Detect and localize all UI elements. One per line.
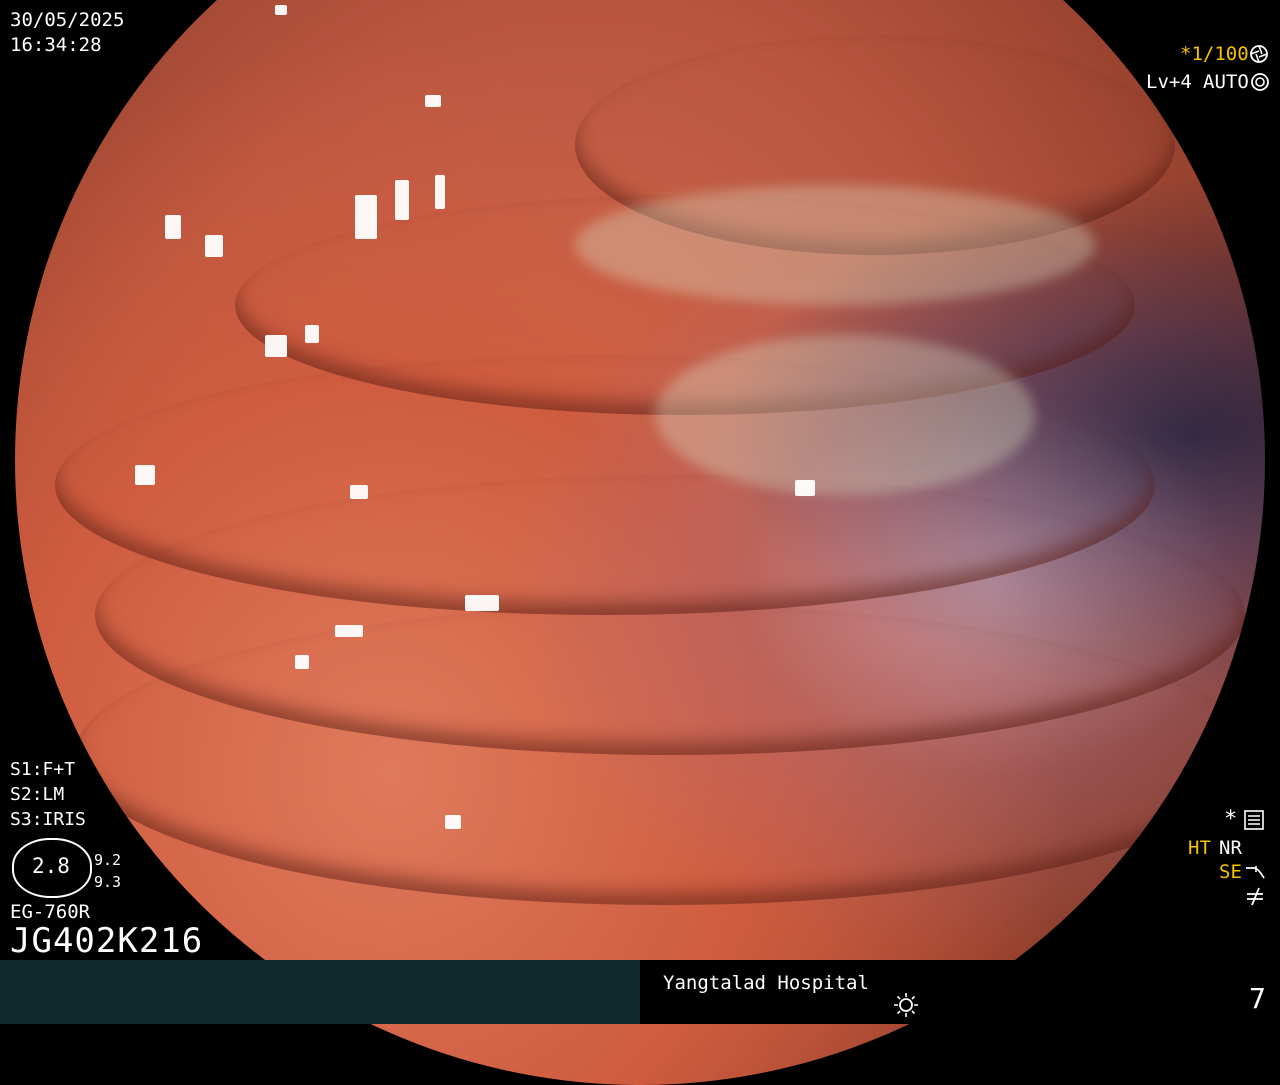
shutter-speed: *1/100 bbox=[1180, 43, 1249, 65]
light-reflection bbox=[425, 95, 441, 107]
aperture-icon bbox=[1249, 44, 1269, 64]
sun-icon bbox=[892, 991, 920, 1019]
light-reflection bbox=[465, 595, 499, 611]
hospital-name: Yangtalad Hospital bbox=[663, 972, 869, 994]
scope-serial: JG402K216 bbox=[10, 921, 204, 961]
switch-s2: S2:LM bbox=[10, 784, 65, 805]
date-display: 30/05/2025 bbox=[10, 9, 125, 31]
switch-s1: S1:F+T bbox=[10, 759, 76, 780]
mucosal-fold bbox=[75, 605, 1255, 905]
light-reflection bbox=[265, 335, 287, 357]
ht-flag: HT bbox=[1188, 837, 1211, 859]
switch-value: IRIS bbox=[42, 809, 86, 830]
switch-value: F+T bbox=[42, 759, 76, 780]
light-reflection bbox=[445, 815, 461, 829]
light-reflection bbox=[165, 215, 181, 239]
gauge-top-value: 9.2 bbox=[94, 851, 122, 869]
footer-left-panel bbox=[0, 960, 640, 1024]
light-reflection bbox=[795, 480, 815, 496]
mucus-coating bbox=[655, 335, 1035, 495]
time-display: 16:34:28 bbox=[10, 34, 102, 56]
image-number: 7 bbox=[1249, 982, 1266, 1015]
light-reflection bbox=[275, 5, 287, 15]
light-reflection bbox=[355, 195, 377, 239]
light-reflection bbox=[350, 485, 368, 499]
light-reflection bbox=[135, 465, 155, 485]
curve-icon bbox=[1244, 862, 1266, 882]
light-reflection bbox=[205, 235, 223, 257]
gauge-value: 2.8 bbox=[32, 854, 70, 878]
switch-key: S2 bbox=[10, 784, 32, 805]
light-reflection bbox=[335, 625, 363, 637]
iris-icon bbox=[1250, 72, 1270, 92]
light-reflection bbox=[295, 655, 309, 669]
mucus-coating bbox=[575, 185, 1095, 305]
brightness-level: Lv+4 bbox=[1146, 71, 1192, 93]
switch-key: S1 bbox=[10, 759, 32, 780]
switch-key: S3 bbox=[10, 809, 32, 830]
light-reflection bbox=[305, 325, 319, 343]
not-equal-icon bbox=[1244, 886, 1266, 906]
switch-s3: S3:IRIS bbox=[10, 809, 86, 830]
gauge-bottom-value: 9.3 bbox=[94, 873, 122, 891]
light-reflection bbox=[435, 175, 445, 209]
exposure-mode: AUTO bbox=[1203, 71, 1249, 93]
switch-value: LM bbox=[42, 784, 65, 805]
star-marker: * bbox=[1224, 807, 1238, 832]
light-reflection bbox=[395, 180, 409, 220]
nr-flag: NR bbox=[1219, 837, 1242, 859]
se-flag: SE bbox=[1219, 861, 1242, 883]
sliders-icon bbox=[1244, 810, 1264, 830]
